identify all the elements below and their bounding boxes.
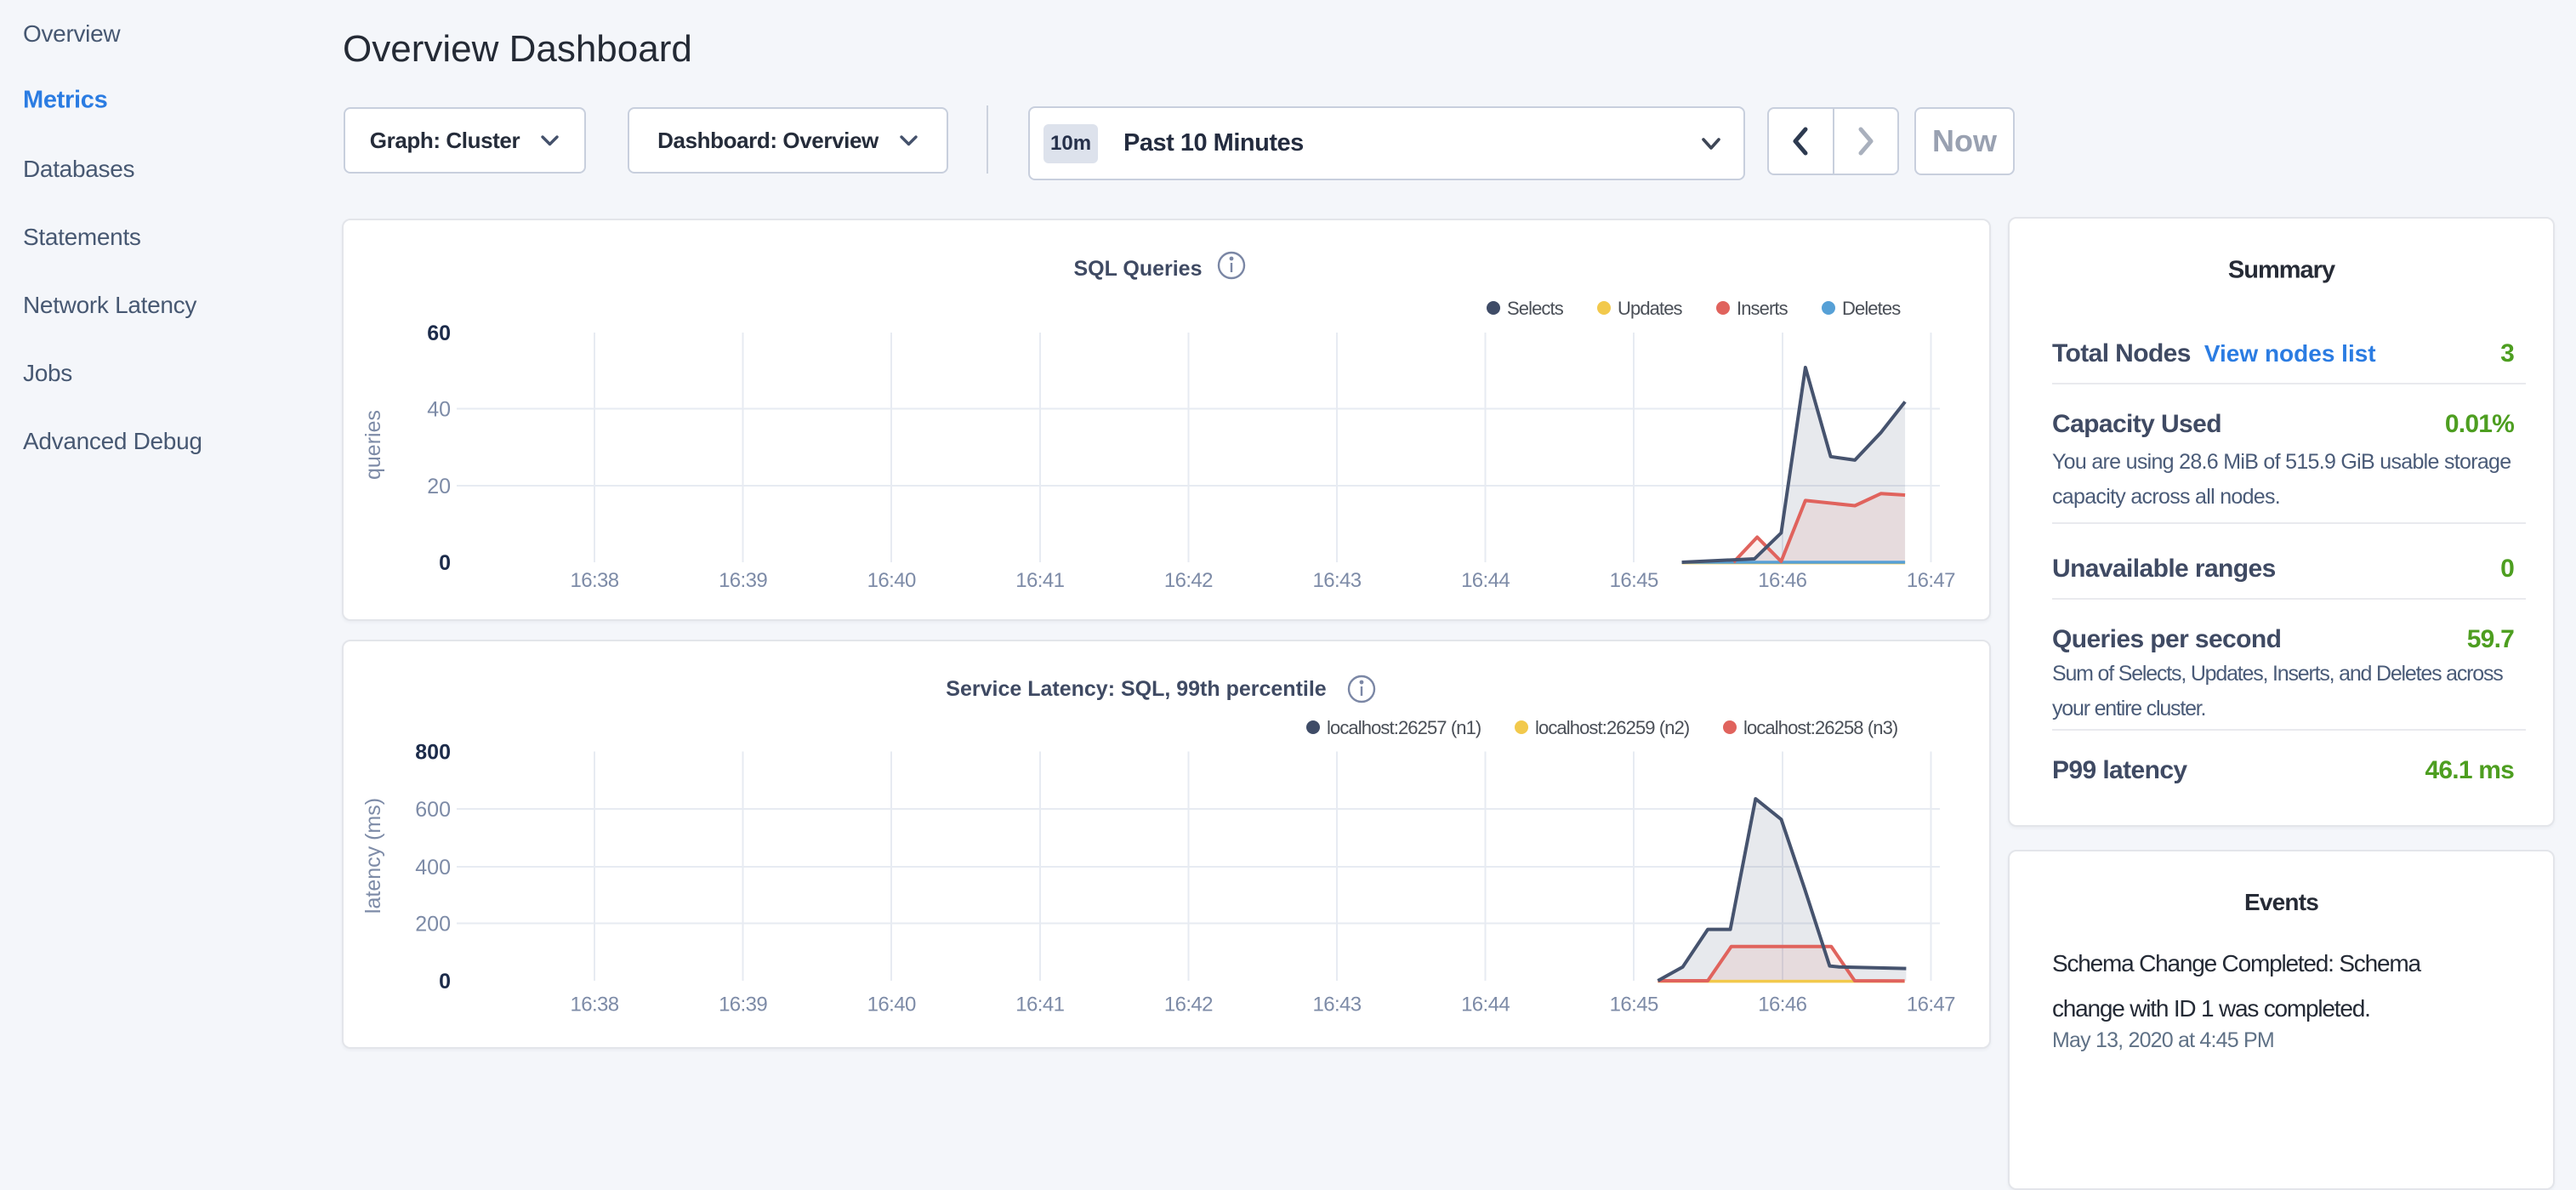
svg-text:16:39: 16:39 xyxy=(719,569,767,592)
svg-text:16:44: 16:44 xyxy=(1461,994,1510,1016)
svg-text:16:44: 16:44 xyxy=(1461,569,1510,592)
svg-text:Inserts: Inserts xyxy=(1737,298,1788,319)
svg-text:16:38: 16:38 xyxy=(570,994,618,1016)
svg-text:16:45: 16:45 xyxy=(1610,569,1658,592)
svg-text:16:38: 16:38 xyxy=(570,569,618,592)
svg-text:localhost:26257 (n1): localhost:26257 (n1) xyxy=(1327,717,1481,738)
svg-text:localhost:26259 (n2): localhost:26259 (n2) xyxy=(1535,717,1689,738)
svg-text:16:47: 16:47 xyxy=(1907,994,1955,1016)
svg-text:16:43: 16:43 xyxy=(1312,994,1361,1016)
svg-text:40: 40 xyxy=(427,398,451,422)
svg-text:0: 0 xyxy=(439,551,451,575)
svg-text:queries: queries xyxy=(361,410,385,480)
svg-text:16:40: 16:40 xyxy=(867,569,916,592)
svg-text:SQL Queries: SQL Queries xyxy=(1074,257,1203,281)
svg-text:16:46: 16:46 xyxy=(1758,994,1806,1016)
svg-text:16:40: 16:40 xyxy=(867,994,916,1016)
svg-text:20: 20 xyxy=(427,475,451,498)
svg-text:16:41: 16:41 xyxy=(1015,569,1064,592)
svg-text:16:41: 16:41 xyxy=(1015,994,1064,1016)
svg-text:16:42: 16:42 xyxy=(1164,569,1213,592)
svg-text:Service Latency: SQL, 99th per: Service Latency: SQL, 99th percentile xyxy=(946,677,1326,701)
svg-text:16:43: 16:43 xyxy=(1312,569,1361,592)
svg-text:latency (ms): latency (ms) xyxy=(361,798,385,914)
svg-text:0: 0 xyxy=(439,970,451,994)
svg-text:200: 200 xyxy=(415,913,451,937)
svg-text:16:46: 16:46 xyxy=(1758,569,1806,592)
svg-text:16:39: 16:39 xyxy=(719,994,767,1016)
svg-text:60: 60 xyxy=(427,322,451,345)
svg-text:16:42: 16:42 xyxy=(1164,994,1213,1016)
svg-text:16:45: 16:45 xyxy=(1610,994,1658,1016)
svg-text:Deletes: Deletes xyxy=(1842,298,1901,319)
svg-text:localhost:26258 (n3): localhost:26258 (n3) xyxy=(1743,717,1897,738)
svg-text:400: 400 xyxy=(415,856,451,880)
svg-text:600: 600 xyxy=(415,798,451,822)
svg-text:16:47: 16:47 xyxy=(1907,569,1955,592)
svg-text:Selects: Selects xyxy=(1507,298,1564,319)
svg-text:Updates: Updates xyxy=(1618,298,1683,319)
svg-text:800: 800 xyxy=(415,741,451,765)
